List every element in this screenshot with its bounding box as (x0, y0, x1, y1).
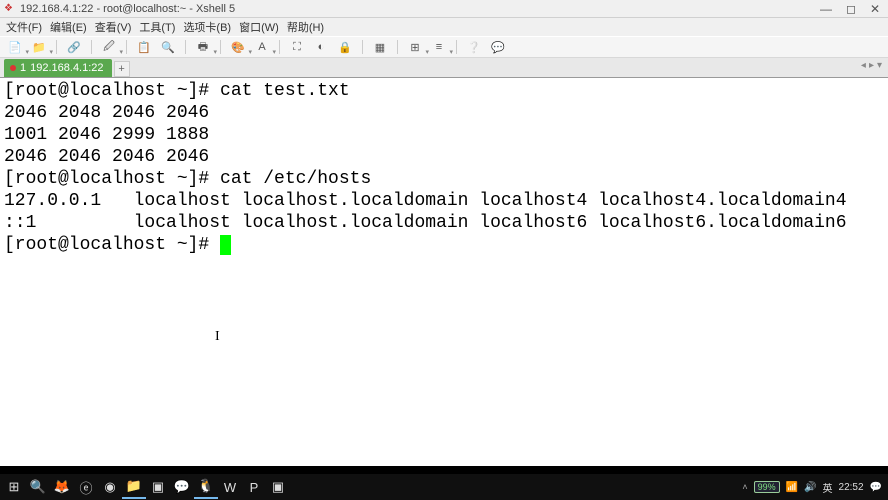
xshell-taskbar-icon[interactable]: 🐧 (194, 475, 218, 499)
terminal-line: [root@localhost ~]# cat test.txt (4, 81, 350, 101)
explorer-icon[interactable]: 📁 (122, 475, 146, 499)
toolbar-separator (456, 40, 457, 54)
app-icon: ❖ (4, 3, 16, 15)
always-on-top-button[interactable]: 🔒 (336, 39, 354, 55)
terminal[interactable]: [root@localhost ~]# cat test.txt 2046 20… (0, 78, 888, 466)
menu-tools[interactable]: 工具(T) (139, 19, 175, 35)
menu-help[interactable]: 帮助(H) (287, 19, 324, 35)
menu-tabs[interactable]: 选项卡(B) (183, 19, 231, 35)
properties-button[interactable]: 🖉 (100, 39, 118, 55)
network-icon[interactable]: 📶 (786, 482, 798, 493)
word-icon[interactable]: W (218, 475, 242, 499)
sessions-button[interactable]: ▦ (371, 39, 389, 55)
ime-indicator[interactable]: 英 (823, 480, 833, 495)
help-button[interactable]: ❔ (465, 39, 483, 55)
tab-bar: 1 192.168.4.1:22 + ◂ ▸ ▾ (0, 58, 888, 78)
toolbar-separator (397, 40, 398, 54)
menu-window[interactable]: 窗口(W) (239, 19, 279, 35)
toolbar-separator (185, 40, 186, 54)
terminal-line: 1001 2046 2999 1888 (4, 125, 209, 145)
toolbar-separator (56, 40, 57, 54)
terminal-line: [root@localhost ~]# cat /etc/hosts (4, 169, 371, 189)
powerpoint-icon[interactable]: P (242, 475, 266, 499)
minimize-button[interactable]: — (820, 2, 832, 16)
new-session-button[interactable]: 📄 (6, 39, 24, 55)
edge-icon[interactable]: ⓔ (74, 475, 98, 499)
tray-expand-icon[interactable]: ˄ (742, 482, 747, 492)
chrome-icon[interactable]: ◉ (98, 475, 122, 499)
volume-icon[interactable]: 🔊 (804, 482, 816, 493)
find-button[interactable]: 🔍 (159, 39, 177, 55)
battery-indicator[interactable]: 99% (754, 481, 780, 493)
print-button[interactable]: 🖶 (194, 39, 212, 55)
vm-icon[interactable]: ▣ (146, 475, 170, 499)
transparency-button[interactable]: ◐ (312, 39, 330, 55)
tab-index: 1 (20, 62, 26, 74)
tab-label: 192.168.4.1:22 (30, 62, 103, 74)
reconnect-button[interactable]: 🔗 (65, 39, 83, 55)
taskbar: ⊞ 🔍 🦊 ⓔ ◉ 📁 ▣ 💬 🐧 W P ▣ ˄ 99% 📶 🔊 英 22:5… (0, 474, 888, 500)
terminal-line: 127.0.0.1 localhost localhost.localdomai… (4, 191, 847, 211)
about-button[interactable]: 💬 (489, 39, 507, 55)
toolbar-separator (126, 40, 127, 54)
toolbar-separator (91, 40, 92, 54)
start-button[interactable]: ⊞ (2, 475, 26, 499)
toolbar: 📄 📁 🔗 🖉 📋 🔍 🖶 🎨 A ⛶ ◐ 🔒 ▦ ⊞ ≡ ❔ 💬 (0, 36, 888, 58)
firefox-icon[interactable]: 🦊 (50, 475, 74, 499)
add-tab-button[interactable]: + (114, 61, 130, 77)
system-tray: ˄ 99% 📶 🔊 英 22:52 💬 (742, 480, 888, 495)
close-button[interactable]: ✕ (870, 2, 880, 16)
title-bar: ❖ 192.168.4.1:22 - root@localhost:~ - Xs… (0, 0, 888, 18)
app-icon[interactable]: ▣ (266, 475, 290, 499)
copy-button[interactable]: 📋 (135, 39, 153, 55)
layout-button[interactable]: ⊞ (406, 39, 424, 55)
encoding-button[interactable]: ≡ (430, 39, 448, 55)
terminal-line: 2046 2046 2046 2046 (4, 147, 209, 167)
tab-prev-button[interactable]: ◂ (861, 60, 866, 71)
fullscreen-button[interactable]: ⛶ (288, 39, 306, 55)
session-tab[interactable]: 1 192.168.4.1:22 (4, 59, 112, 77)
window-controls: — ◻ ✕ (820, 2, 884, 16)
clock[interactable]: 22:52 (839, 482, 864, 493)
tab-next-button[interactable]: ▸ (869, 60, 874, 71)
font-button[interactable]: A (253, 39, 271, 55)
toolbar-separator (362, 40, 363, 54)
maximize-button[interactable]: ◻ (846, 2, 856, 16)
wechat-icon[interactable]: 💬 (170, 475, 194, 499)
tab-status-icon (10, 65, 16, 71)
menu-file[interactable]: 文件(F) (6, 19, 42, 35)
tab-nav: ◂ ▸ ▾ (861, 60, 882, 71)
search-button[interactable]: 🔍 (26, 475, 50, 499)
menu-bar: 文件(F) 编辑(E) 查看(V) 工具(T) 选项卡(B) 窗口(W) 帮助(… (0, 18, 888, 36)
terminal-cursor (220, 235, 231, 255)
terminal-prompt: [root@localhost ~]# (4, 235, 220, 255)
window-title: 192.168.4.1:22 - root@localhost:~ - Xshe… (20, 3, 820, 15)
plus-icon: + (118, 63, 124, 75)
toolbar-separator (279, 40, 280, 54)
tab-list-button[interactable]: ▾ (877, 60, 882, 71)
terminal-line: ::1 localhost localhost.localdomain loca… (4, 213, 847, 233)
color-scheme-button[interactable]: 🎨 (229, 39, 247, 55)
terminal-line: 2046 2048 2046 2046 (4, 103, 209, 123)
menu-view[interactable]: 查看(V) (95, 19, 132, 35)
text-cursor-icon: I (215, 326, 220, 348)
notification-icon[interactable]: 💬 (870, 482, 882, 493)
open-session-button[interactable]: 📁 (30, 39, 48, 55)
menu-edit[interactable]: 编辑(E) (50, 19, 87, 35)
toolbar-separator (220, 40, 221, 54)
